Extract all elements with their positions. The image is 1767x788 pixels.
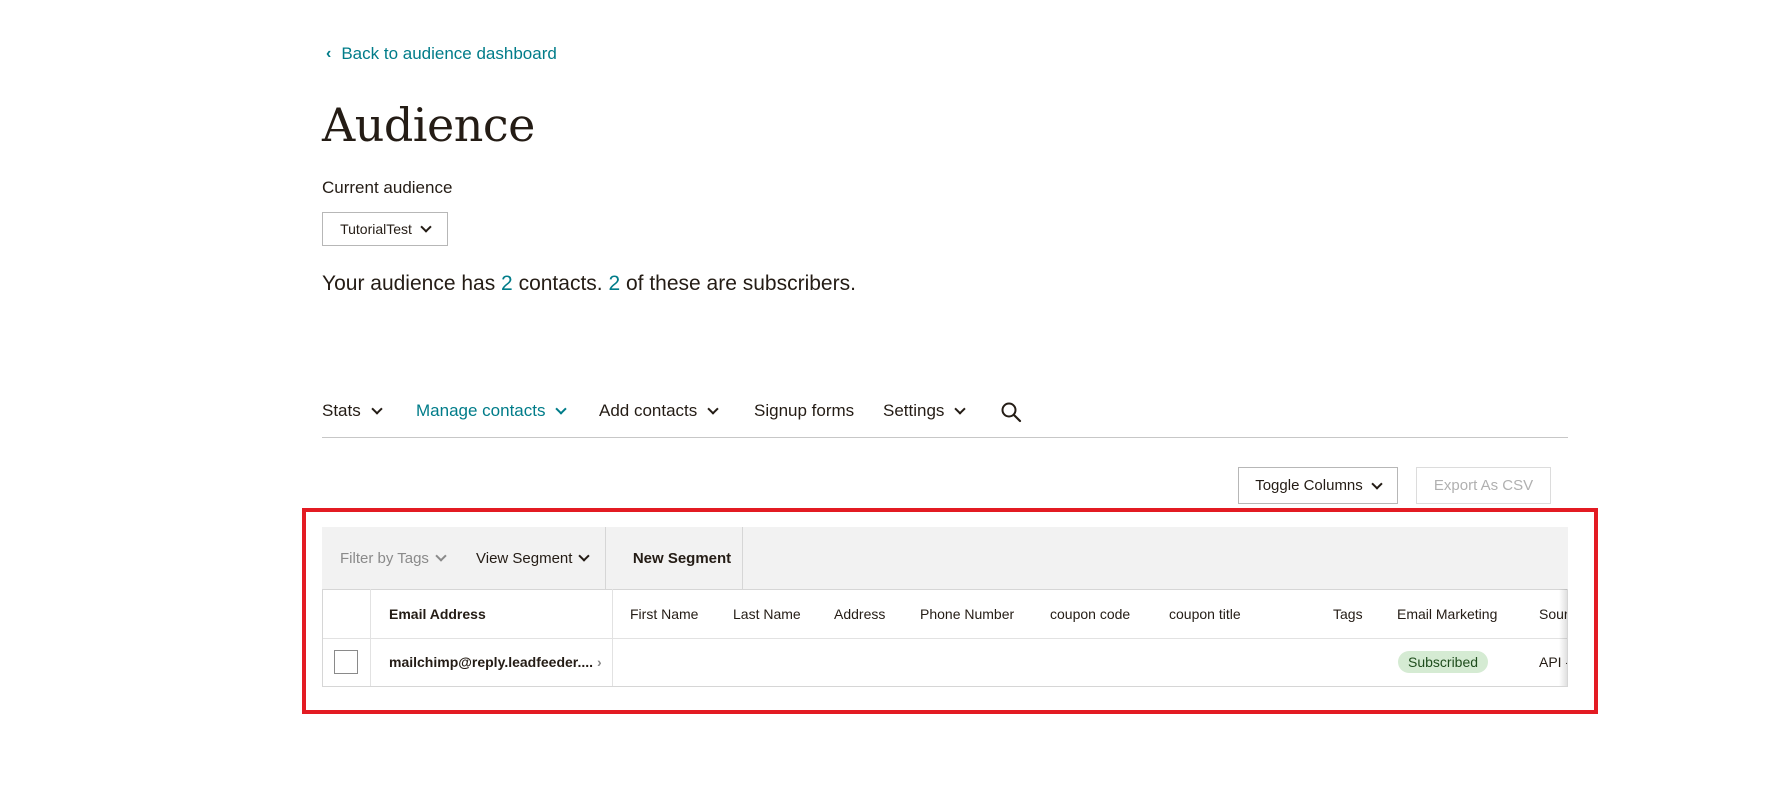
nav-signup-forms[interactable]: Signup forms bbox=[754, 401, 854, 421]
chevron-left-icon: ‹ bbox=[326, 45, 332, 62]
chevron-down-icon bbox=[1371, 477, 1383, 490]
nav-add-contacts-label: Add contacts bbox=[599, 401, 698, 420]
summary-suffix: of these are subscribers. bbox=[620, 272, 856, 295]
chevron-down-icon bbox=[555, 403, 568, 415]
chevron-down-icon bbox=[420, 221, 432, 233]
audience-dropdown[interactable]: TutorialTest bbox=[322, 212, 448, 246]
chevron-down-icon bbox=[707, 403, 719, 415]
nav-stats-label: Stats bbox=[322, 401, 361, 420]
contacts-count[interactable]: 2 bbox=[501, 272, 513, 295]
nav-settings[interactable]: Settings bbox=[883, 401, 967, 421]
nav-settings-label: Settings bbox=[883, 401, 945, 420]
nav-manage-contacts[interactable]: Manage contacts bbox=[416, 401, 568, 421]
nav-add-contacts[interactable]: Add contacts bbox=[599, 401, 719, 421]
current-audience-label: Current audience bbox=[322, 178, 453, 197]
chevron-down-icon bbox=[371, 403, 383, 415]
nav-signup-forms-label: Signup forms bbox=[754, 401, 855, 420]
export-csv-label: Export As CSV bbox=[1433, 477, 1534, 494]
summary-middle: contacts. bbox=[512, 272, 609, 295]
nav-stats[interactable]: Stats bbox=[322, 401, 383, 421]
subscribers-count[interactable]: 2 bbox=[608, 272, 620, 295]
search-icon[interactable] bbox=[1000, 401, 1022, 423]
audience-dropdown-value: TutorialTest bbox=[340, 221, 412, 237]
audience-summary: Your audience has 2 contacts. 2 of these… bbox=[322, 272, 856, 296]
back-link-label: Back to audience dashboard bbox=[341, 44, 557, 63]
back-to-dashboard-link[interactable]: ‹ Back to audience dashboard bbox=[326, 44, 557, 64]
page: ‹ Back to audience dashboard Audience Cu… bbox=[0, 0, 1767, 788]
audience-nav: Stats Manage contacts Add contacts Signu… bbox=[322, 395, 1568, 438]
page-title: Audience bbox=[322, 98, 535, 152]
toggle-columns-label: Toggle Columns bbox=[1255, 477, 1363, 494]
export-csv-button[interactable]: Export As CSV bbox=[1416, 467, 1551, 504]
toggle-columns-button[interactable]: Toggle Columns bbox=[1238, 467, 1398, 504]
summary-prefix: Your audience has bbox=[322, 272, 502, 295]
nav-manage-contacts-label: Manage contacts bbox=[416, 401, 546, 420]
highlight-annotation-box bbox=[302, 508, 1598, 714]
chevron-down-icon bbox=[954, 403, 967, 415]
